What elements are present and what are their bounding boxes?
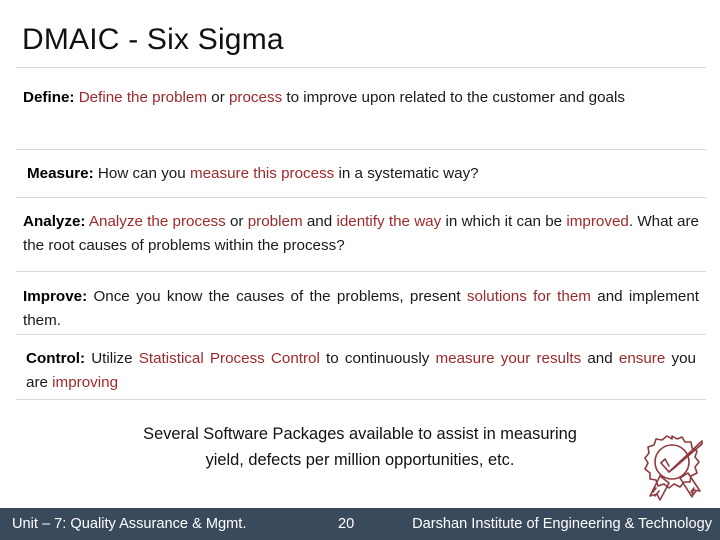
closing-note: Several Software Packages available to a… — [60, 421, 660, 473]
section-control-run-1: Statistical Process Control — [138, 350, 320, 367]
section-control-run-5: ensure — [618, 350, 666, 367]
section-measure-run-0: How can you — [93, 165, 190, 182]
award-seal-check-icon — [636, 432, 710, 502]
section-analyze-run-4: identify the way — [336, 213, 442, 230]
section-define-run-1: or — [207, 89, 229, 106]
section-measure-run-2: in a systematic way? — [334, 165, 479, 182]
section-analyze-run-6: improved — [566, 213, 629, 230]
section-improve-lead: Improve: — [23, 288, 88, 305]
section-analyze-run-1: or — [225, 213, 248, 230]
section-control: Control: Utilize Statistical Process Con… — [26, 347, 696, 395]
section-analyze-lead: Analyze: — [23, 213, 86, 230]
section-control-run-2: to continuously — [319, 350, 436, 367]
divider-improve-control — [16, 334, 706, 335]
section-measure-lead: Measure: — [27, 165, 94, 182]
section-control-run-7: improving — [52, 374, 119, 391]
section-control-lead: Control: — [26, 350, 86, 367]
section-control-run-3: measure your results — [435, 350, 582, 367]
section-analyze-run-0: Analyze the process — [85, 213, 226, 230]
section-define-run-0: Define the problem — [74, 89, 208, 106]
divider-control-note — [16, 399, 706, 400]
section-analyze-run-5: in which it can be — [441, 213, 567, 230]
divider-analyze-improve — [16, 271, 706, 272]
section-measure-run-1: measure this process — [189, 165, 335, 182]
section-improve: Improve: Once you know the causes of the… — [23, 285, 699, 333]
section-define-run-3: to improve upon related to the customer … — [282, 89, 625, 106]
section-control-run-4: and — [581, 350, 619, 367]
closing-note-line-2: yield, defects per million opportunities… — [205, 451, 515, 469]
section-improve-run-1: solutions for them — [466, 288, 591, 305]
section-define-run-2: process — [228, 89, 283, 106]
divider-measure-analyze — [16, 197, 706, 198]
page-title: DMAIC - Six Sigma — [22, 23, 284, 56]
footer-bar: Unit – 7: Quality Assurance & Mgmt. 20 D… — [0, 508, 720, 540]
footer-unit-label: Unit – 7: Quality Assurance & Mgmt. — [12, 516, 247, 532]
section-control-run-0: Utilize — [85, 350, 139, 367]
section-improve-run-0: Once you know the causes of the problems… — [87, 288, 467, 305]
closing-note-line-1: Several Software Packages available to a… — [143, 425, 577, 443]
slide-root: DMAIC - Six Sigma Define: Define the pro… — [0, 0, 720, 540]
section-measure: Measure: How can you measure this proces… — [27, 162, 693, 186]
section-analyze: Analyze: Analyze the process or problem … — [23, 210, 699, 258]
footer-page-number: 20 — [338, 516, 355, 532]
divider-define-measure — [16, 149, 706, 150]
divider-title — [16, 67, 706, 68]
section-define: Define: Define the problem or process to… — [23, 86, 699, 110]
section-analyze-run-3: and — [302, 213, 337, 230]
section-analyze-run-2: problem — [247, 213, 303, 230]
section-define-lead: Define: — [23, 89, 75, 106]
footer-institute-label: Darshan Institute of Engineering & Techn… — [412, 516, 712, 532]
